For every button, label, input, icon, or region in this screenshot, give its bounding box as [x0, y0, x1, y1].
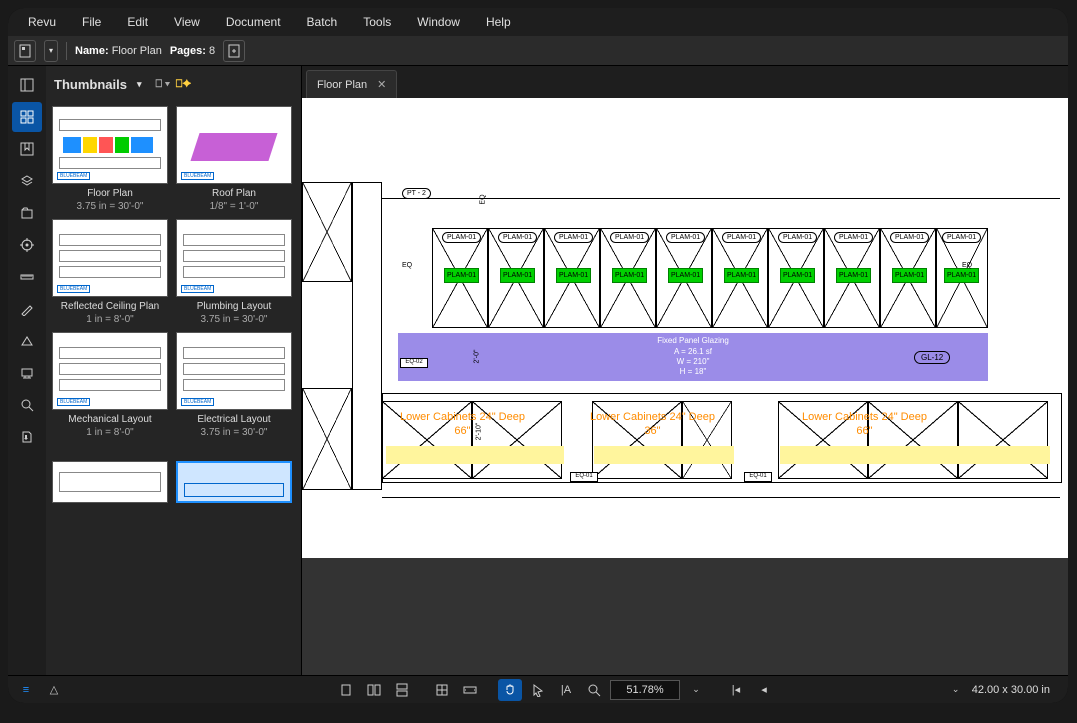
- plam-green: PLAM-01: [500, 268, 535, 283]
- first-page-icon[interactable]: |◂: [724, 679, 748, 701]
- plam-green: PLAM-01: [836, 268, 871, 283]
- thumbnails-title: Thumbnails: [54, 77, 127, 92]
- plam-bubble: PLAM-01: [666, 232, 705, 243]
- status-text-icon[interactable]: |A: [554, 679, 578, 701]
- status-split-v-icon[interactable]: [362, 679, 386, 701]
- thumbnail-roof-plan[interactable]: BLUEBEAM Roof Plan1/8" = 1'-0": [176, 106, 292, 213]
- thumbnails-panel: Thumbnails ▾ ⎕ ▾ ⎕✦ BLUEBEAM Floor Plan3…: [46, 66, 302, 675]
- viewport: Floor Plan ✕ PT - 2: [302, 66, 1068, 675]
- menu-batch[interactable]: Batch: [295, 11, 350, 33]
- plam-green: PLAM-01: [612, 268, 647, 283]
- thumbnail-mechanical[interactable]: BLUEBEAM Mechanical Layout1 in = 8'-0": [52, 332, 168, 439]
- page-dimensions: 42.00 x 30.00 in: [972, 684, 1062, 696]
- menu-document[interactable]: Document: [214, 11, 293, 33]
- rail-layers-icon[interactable]: [12, 166, 42, 196]
- rail-shapes-icon[interactable]: [12, 326, 42, 356]
- status-split-h-icon[interactable]: [390, 679, 414, 701]
- plam-green: PLAM-01: [724, 268, 759, 283]
- eq-tag: EQ-02: [400, 358, 428, 368]
- status-up-icon[interactable]: △: [42, 679, 66, 701]
- plam-bubble: PLAM-01: [610, 232, 649, 243]
- eq-tag: EQ-01: [570, 472, 598, 482]
- plam-bubble: PLAM-01: [442, 232, 481, 243]
- pt-label: PT - 2: [402, 188, 431, 199]
- tab-floor-plan[interactable]: Floor Plan ✕: [306, 70, 397, 98]
- prev-page-icon[interactable]: ◂: [752, 679, 776, 701]
- plam-green: PLAM-01: [556, 268, 591, 283]
- eq-tag: EQ-01: [744, 472, 772, 482]
- page-icon[interactable]: [14, 40, 36, 62]
- status-bar: ≡ △ |A 51.78% ⌄ |◂ ◂ ⌄ 42.00 x 30.00 in: [8, 675, 1068, 703]
- rail-measure-icon[interactable]: [12, 262, 42, 292]
- glazing-panel: Fixed Panel Glazing A = 26.1 sf W = 210"…: [398, 333, 988, 381]
- thumbnail-7[interactable]: [52, 461, 168, 503]
- zoom-dropdown-icon[interactable]: ⌄: [684, 679, 708, 701]
- cabinet-label-1: Lower Cabinets 24" Deep66": [400, 410, 525, 439]
- property-bar: ▾ Name: Floor Plan Pages: 8: [8, 36, 1068, 66]
- thumb-tool-1-icon[interactable]: ⎕ ▾: [155, 78, 169, 91]
- rail-sketch-icon[interactable]: [12, 294, 42, 324]
- plam-green: PLAM-01: [444, 268, 479, 283]
- plam-green: PLAM-01: [780, 268, 815, 283]
- document-tabs: Floor Plan ✕: [302, 66, 1068, 98]
- plam-bubble: PLAM-01: [778, 232, 817, 243]
- plam-bubble: PLAM-01: [834, 232, 873, 243]
- thumbnails-header: Thumbnails ▾ ⎕ ▾ ⎕✦: [46, 66, 301, 102]
- rail-thumbnails-icon[interactable]: [12, 102, 42, 132]
- drawing-canvas[interactable]: PT - 2: [302, 98, 1068, 675]
- plam-green: PLAM-01: [892, 268, 927, 283]
- rail-bookmarks-icon[interactable]: [12, 134, 42, 164]
- thumbnail-plumbing[interactable]: BLUEBEAM Plumbing Layout3.75 in = 30'-0": [176, 219, 292, 326]
- thumbnails-dropdown-icon[interactable]: ▾: [137, 79, 142, 90]
- status-single-icon[interactable]: [334, 679, 358, 701]
- thumbnail-floor-plan[interactable]: BLUEBEAM Floor Plan3.75 in = 30'-0": [52, 106, 168, 213]
- left-rail: [8, 66, 46, 675]
- zoom-field[interactable]: 51.78%: [610, 680, 680, 700]
- menu-window[interactable]: Window: [405, 11, 472, 33]
- rail-sets-icon[interactable]: [12, 198, 42, 228]
- menu-bar: Revu File Edit View Document Batch Tools…: [8, 8, 1068, 36]
- status-fit-icon[interactable]: [430, 679, 454, 701]
- menu-edit[interactable]: Edit: [115, 11, 160, 33]
- thumbnail-8[interactable]: [176, 461, 292, 503]
- rail-search-icon[interactable]: [12, 390, 42, 420]
- status-pan-icon[interactable]: [498, 679, 522, 701]
- plam-bubble: PLAM-01: [498, 232, 537, 243]
- page-dropdown[interactable]: ▾: [44, 40, 58, 62]
- thumb-tool-2-icon[interactable]: ⎕✦: [176, 78, 191, 91]
- menu-view[interactable]: View: [162, 11, 212, 33]
- menu-tools[interactable]: Tools: [351, 11, 403, 33]
- rail-studio-icon[interactable]: [12, 358, 42, 388]
- cabinet-label-2: Lower Cabinets 24" Deep36": [590, 410, 715, 439]
- gl-tag: GL-12: [914, 351, 950, 364]
- thumbnail-reflected-ceiling[interactable]: BLUEBEAM Reflected Ceiling Plan1 in = 8'…: [52, 219, 168, 326]
- rail-properties-icon[interactable]: [12, 230, 42, 260]
- plam-green: PLAM-01: [944, 268, 979, 283]
- rail-panel-icon[interactable]: [12, 70, 42, 100]
- plam-green: PLAM-01: [668, 268, 703, 283]
- status-fitwidth-icon[interactable]: [458, 679, 482, 701]
- menu-help[interactable]: Help: [474, 11, 523, 33]
- rail-export-icon[interactable]: [12, 422, 42, 452]
- plam-bubble: PLAM-01: [722, 232, 761, 243]
- plam-bubble: PLAM-01: [554, 232, 593, 243]
- plam-bubble: PLAM-01: [942, 232, 981, 243]
- status-zoom-icon[interactable]: [582, 679, 606, 701]
- thumbnail-electrical[interactable]: BLUEBEAM Electrical Layout3.75 in = 30'-…: [176, 332, 292, 439]
- cabinet-label-3: Lower Cabinets 24" Deep66": [802, 410, 927, 439]
- pages-field: Pages: 8: [170, 45, 215, 57]
- close-tab-icon[interactable]: ✕: [377, 78, 386, 91]
- status-select-icon[interactable]: [526, 679, 550, 701]
- plam-bubble: PLAM-01: [890, 232, 929, 243]
- name-field: Name: Floor Plan: [75, 45, 162, 57]
- menu-file[interactable]: File: [70, 11, 113, 33]
- scroll-dropdown-icon[interactable]: ⌄: [944, 679, 968, 701]
- new-page-icon[interactable]: [223, 40, 245, 62]
- status-list-icon[interactable]: ≡: [14, 679, 38, 701]
- thumbnails-grid: BLUEBEAM Floor Plan3.75 in = 30'-0" BLUE…: [46, 102, 301, 675]
- menu-revu[interactable]: Revu: [16, 11, 68, 33]
